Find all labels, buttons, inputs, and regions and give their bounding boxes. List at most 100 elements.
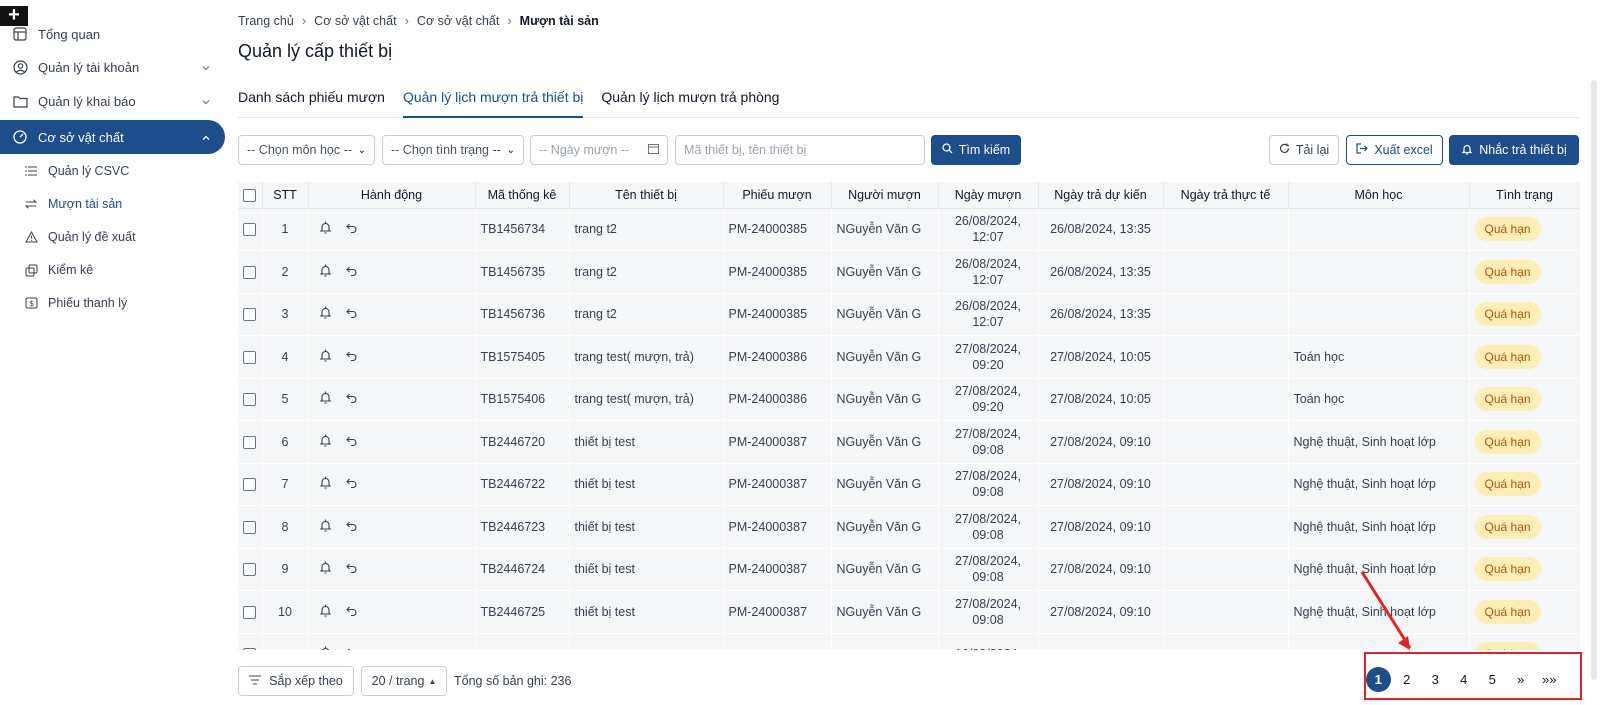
returned-date-cell xyxy=(1163,378,1289,421)
export-excel-button[interactable]: Xuất excel xyxy=(1346,135,1443,165)
sidebar-subitem-proposals[interactable]: Quản lý đề xuất xyxy=(0,222,225,252)
bell-icon[interactable] xyxy=(319,221,332,237)
row-checkbox[interactable] xyxy=(243,435,257,449)
table-row[interactable]: 6 TB2446720 thiết bị test PM-24000387 NGuyễn… xyxy=(238,420,1580,464)
return-icon[interactable] xyxy=(345,562,357,576)
table-row[interactable]: 16/08/2024, Quá hạn xyxy=(238,633,1580,650)
row-checkbox[interactable] xyxy=(243,393,257,407)
return-icon[interactable] xyxy=(346,647,357,650)
tab-borrow-slips[interactable]: Danh sách phiếu mượn xyxy=(238,85,385,118)
table-row[interactable]: 3 TB1456736 trang t2 PM-24000385 NGuyễn Văn … xyxy=(238,293,1580,336)
remind-return-button[interactable]: Nhắc trả thiết bị xyxy=(1449,135,1579,165)
row-checkbox[interactable] xyxy=(243,350,257,364)
reload-button[interactable]: Tải lại xyxy=(1269,135,1339,165)
breadcrumb-facilities-2[interactable]: Cơ sở vật chất xyxy=(417,14,499,28)
bell-icon[interactable] xyxy=(319,561,332,577)
return-icon[interactable] xyxy=(345,307,357,321)
due-date-cell: 27/08/2024, 09:10 xyxy=(1038,463,1164,506)
return-icon[interactable] xyxy=(345,477,357,491)
row-checkbox[interactable] xyxy=(243,265,257,279)
sidebar-item-declarations[interactable]: Quản lý khai báo xyxy=(0,84,225,118)
table-row[interactable]: 4 TB1575405 trang test( mượn, trả) PM-24000… xyxy=(238,335,1580,379)
breadcrumb-home[interactable]: Trang chủ xyxy=(238,14,294,28)
row-checkbox[interactable] xyxy=(243,520,257,534)
borrow-date: 26/08/2024, xyxy=(954,256,1022,271)
table-row[interactable]: 1 TB1456734 trang t2 PM-24000385 NGuyễn Văn … xyxy=(238,208,1580,251)
sidebar-subitem-label: Quản lý CSVC xyxy=(48,164,130,178)
returned-date-cell xyxy=(1163,250,1289,294)
table-row[interactable]: 7 TB2446722 thiết bị test PM-24000387 NGuyễn… xyxy=(238,463,1580,506)
bell-icon[interactable] xyxy=(319,604,332,620)
export-button-label: Xuất excel xyxy=(1374,143,1433,157)
search-input[interactable]: Mã thiết bị, tên thiết bị xyxy=(675,135,925,165)
table-row[interactable]: 10 TB2446725 thiết bị test PM-24000387 NGuyễ… xyxy=(238,590,1580,634)
export-icon xyxy=(1356,143,1369,157)
returned-date-cell xyxy=(1163,463,1289,506)
return-icon[interactable] xyxy=(345,222,357,236)
borrow-time: 12:07 xyxy=(972,230,1004,245)
bell-icon[interactable] xyxy=(319,264,332,280)
bell-icon[interactable] xyxy=(319,306,332,322)
device-name-cell: trang t2 xyxy=(569,208,724,251)
bell-icon[interactable] xyxy=(319,391,332,407)
return-icon[interactable] xyxy=(345,265,357,279)
sidebar-item-overview[interactable]: Tổng quan xyxy=(0,17,225,51)
status-cell: Quá hạn xyxy=(1469,378,1580,421)
row-checkbox[interactable] xyxy=(243,223,257,237)
table-row[interactable]: 8 TB2446723 thiết bị test PM-24000387 NGuyễn… xyxy=(238,505,1580,549)
breadcrumb-facilities[interactable]: Cơ sở vật chất xyxy=(314,14,396,28)
return-icon[interactable] xyxy=(345,605,357,619)
table-row[interactable]: 2 TB1456735 trang t2 PM-24000385 NGuyễn Văn … xyxy=(238,250,1580,294)
tab-device-schedule[interactable]: Quản lý lịch mượn trả thiết bị xyxy=(402,85,584,118)
chevron-down-icon xyxy=(201,61,211,76)
annotation-highlight-box xyxy=(1364,652,1582,700)
status-select-value: -- Chọn tình trạng -- xyxy=(391,143,501,157)
return-icon[interactable] xyxy=(345,435,357,449)
search-button-label: Tìm kiếm xyxy=(958,143,1011,157)
search-button[interactable]: Tìm kiếm xyxy=(931,135,1021,165)
row-checkbox[interactable] xyxy=(243,605,257,619)
sidebar-subitem-borrow-assets[interactable]: Mượn tài sản xyxy=(0,189,225,219)
bell-icon[interactable] xyxy=(319,519,332,535)
row-checkbox[interactable] xyxy=(243,478,257,492)
returned-date-cell xyxy=(1163,505,1289,549)
sidebar-subitem-liquidation[interactable]: $ Phiếu thanh lý xyxy=(0,288,225,318)
page-scrollbar[interactable] xyxy=(1591,80,1597,680)
page-size-select[interactable]: 20 / trang ▲ xyxy=(361,666,447,696)
row-checkbox[interactable] xyxy=(243,308,257,322)
sort-button[interactable]: Sắp xếp theo xyxy=(238,666,354,696)
return-icon[interactable] xyxy=(345,520,357,534)
sidebar-subitem-inventory[interactable]: Kiểm kê xyxy=(0,255,225,285)
sidebar: + Tổng quan Quản lý tài khoản Quản lý kh… xyxy=(0,0,225,705)
bell-icon[interactable] xyxy=(319,434,332,450)
stt-cell: 9 xyxy=(262,548,309,591)
bell-icon[interactable] xyxy=(319,646,332,650)
select-all-checkbox[interactable] xyxy=(243,188,257,202)
return-icon[interactable] xyxy=(345,392,357,406)
table-row[interactable]: 9 TB2446724 thiết bị test PM-24000387 NGuyễn… xyxy=(238,548,1580,591)
row-checkbox[interactable] xyxy=(243,648,257,650)
column-header: Ngày trả dự kiến xyxy=(1038,182,1164,209)
status-badge: Quá hạn xyxy=(1474,514,1541,539)
bell-icon[interactable] xyxy=(319,349,332,365)
borrow-date-picker[interactable]: -- Ngày mượn -- xyxy=(530,135,668,165)
borrow-time: 09:08 xyxy=(972,570,1004,585)
return-icon[interactable] xyxy=(345,350,357,364)
sidebar-item-accounts[interactable]: Quản lý tài khoản xyxy=(0,50,225,84)
sidebar-subitem-manage-facilities[interactable]: Quản lý CSVC xyxy=(0,156,225,186)
borrow-date: 27/08/2024, xyxy=(954,426,1022,441)
borrow-time: 09:08 xyxy=(972,485,1004,500)
slip-cell: PM-24000386 xyxy=(723,335,832,379)
actions-cell xyxy=(308,590,476,634)
status-cell: Quá hạn xyxy=(1469,335,1580,379)
subject-cell: Toán học xyxy=(1288,378,1470,421)
table-row[interactable]: 5 TB1575406 trang test( mượn, trả) PM-24000… xyxy=(238,378,1580,421)
bell-icon[interactable] xyxy=(319,476,332,492)
borrow-date: 26/08/2024, xyxy=(954,214,1022,229)
status-select[interactable]: -- Chọn tình trạng -- ⌄ xyxy=(382,135,524,165)
tab-room-schedule[interactable]: Quản lý lịch mượn trả phòng xyxy=(601,85,779,118)
page-size-value: 20 / trang xyxy=(371,674,425,688)
sidebar-item-facilities[interactable]: Cơ sở vật chất xyxy=(0,120,225,154)
row-checkbox[interactable] xyxy=(243,563,257,577)
subject-select[interactable]: -- Chọn môn học -- ⌄ xyxy=(238,135,375,165)
